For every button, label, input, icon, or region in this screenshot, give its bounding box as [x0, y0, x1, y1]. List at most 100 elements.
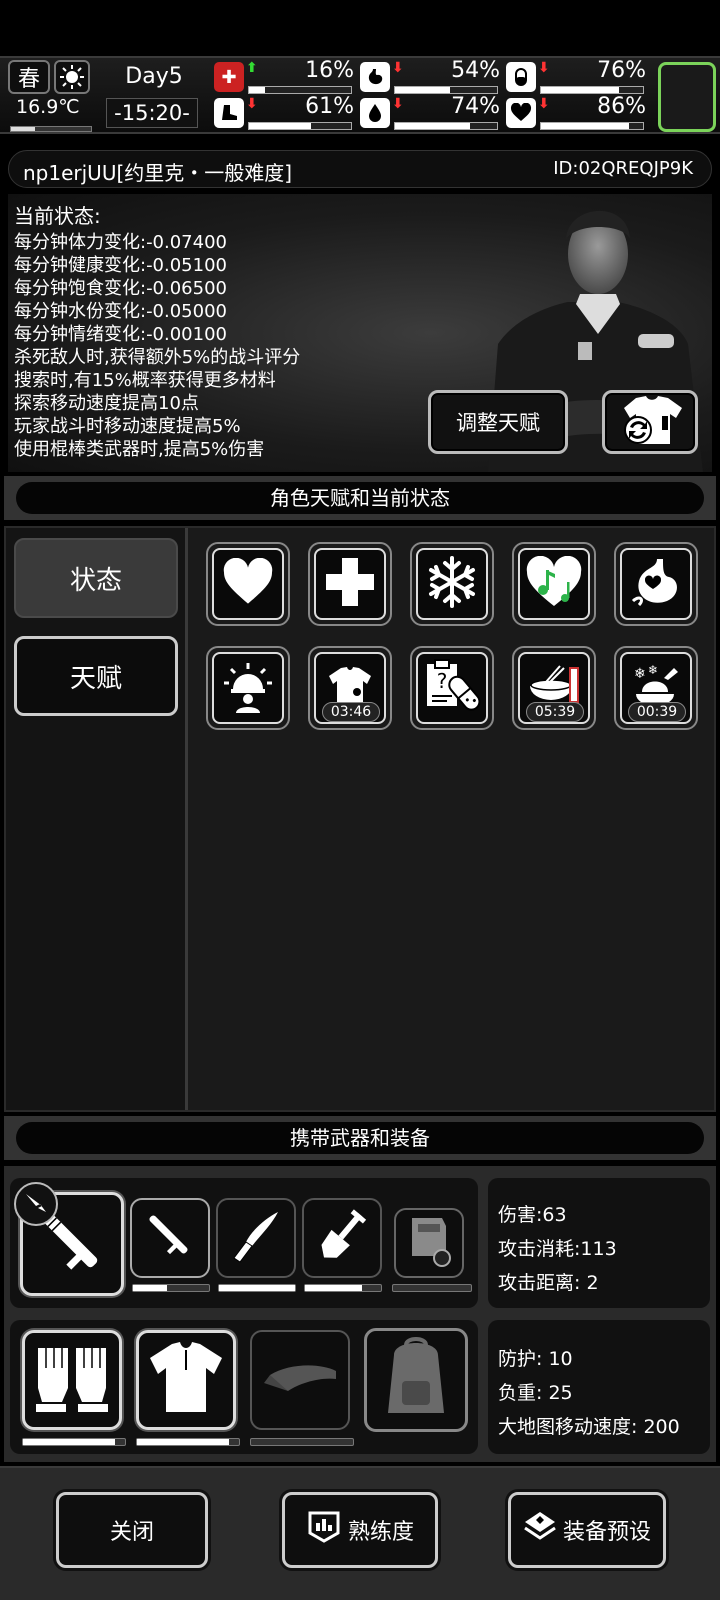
status-line: 使用棍棒类武器时,提高5%伤害 — [14, 439, 265, 460]
effect-plus[interactable] — [308, 542, 392, 626]
water-meter: ⬇ 74% — [360, 94, 500, 132]
shirt-icon — [146, 1340, 226, 1420]
svg-text:❄: ❄ — [648, 664, 658, 677]
shirt-slot[interactable] — [136, 1330, 236, 1430]
water-drop-icon — [360, 98, 390, 128]
day-counter: Day5 — [125, 64, 183, 89]
effect-heart[interactable] — [206, 542, 290, 626]
durability-bar — [136, 1438, 240, 1446]
svg-text:?: ? — [437, 669, 448, 693]
music-heart-icon — [525, 555, 583, 612]
effect-music-mood[interactable] — [512, 542, 596, 626]
health-value: 16% — [305, 58, 354, 83]
snowflake-icon — [425, 555, 479, 613]
equipment-area: 伤害:63 攻击消耗:113 攻击距离: 2 防护: 10 负重: 25 大地图… — [4, 1166, 716, 1462]
trend-arrow: ⬇ — [246, 96, 258, 112]
gear-group — [10, 1320, 478, 1454]
gear-stats-box: 防护: 10 负重: 25 大地图移动速度: 200 — [488, 1320, 710, 1454]
attack-cost-stat: 攻击消耗:113 — [498, 1238, 617, 1260]
cap-icon — [260, 1353, 340, 1407]
tab-status[interactable]: 状态 — [14, 538, 178, 618]
game-clock: -15:20- — [106, 98, 198, 128]
hunger-value: 54% — [451, 58, 500, 83]
durability-bar — [218, 1284, 296, 1292]
tab-talent[interactable]: 天赋 — [14, 636, 178, 716]
effect-cold[interactable] — [410, 542, 494, 626]
plus-icon — [323, 555, 377, 613]
baton-icon — [140, 1206, 200, 1270]
durability-bar — [22, 1438, 126, 1446]
trend-arrow: ⬇ — [392, 60, 404, 76]
durability-bar — [250, 1438, 354, 1446]
health-meter: ✚ ⬆ 16% — [214, 58, 354, 96]
boot-icon — [214, 98, 244, 128]
temperature-readout: 16.9℃ — [16, 96, 80, 118]
energy-value: 61% — [305, 94, 354, 119]
character-id: ID:02QREQJP9K — [553, 158, 693, 179]
close-button[interactable]: 关闭 — [56, 1492, 208, 1568]
durability-bar — [304, 1284, 382, 1292]
alarm-person-icon — [221, 659, 275, 717]
effect-satiety[interactable] — [614, 542, 698, 626]
swap-outfit-button[interactable] — [602, 390, 698, 454]
minimap-button[interactable] — [658, 62, 716, 132]
stomach-icon — [360, 62, 390, 92]
proficiency-button[interactable]: 熟练度 — [282, 1492, 438, 1568]
knife-icon — [226, 1206, 286, 1270]
pill-icon — [506, 62, 536, 92]
heart-icon — [221, 557, 275, 610]
talent-area: 状态 天赋 03:46 ? 05:39 ❄ ❄ 00:39 — [4, 526, 716, 1112]
trend-arrow: ⬇ — [538, 60, 550, 76]
season-badge: 春 — [8, 60, 50, 94]
durability-bar — [392, 1284, 472, 1292]
first-aid-icon: ✚ — [214, 62, 244, 92]
svg-text:❄: ❄ — [634, 666, 646, 682]
effect-alarm[interactable] — [206, 646, 290, 730]
hat-slot[interactable] — [250, 1330, 350, 1430]
equipment-preset-button[interactable]: 装备预设 — [508, 1492, 666, 1568]
damage-stat: 伤害:63 — [498, 1204, 567, 1226]
effect-clean-clothes[interactable]: 03:46 — [308, 646, 392, 730]
preset-icon — [523, 1510, 563, 1550]
strike-icon — [22, 1188, 50, 1220]
mood-value: 86% — [597, 94, 646, 119]
weapons-group — [10, 1178, 478, 1308]
water-value: 74% — [451, 94, 500, 119]
top-status-bar: 春 16.9℃ Day5 -15:20- ✚ ⬆ 16% ⬇ 54% ⬇ 76%… — [0, 56, 720, 134]
trend-arrow: ⬇ — [392, 96, 404, 112]
proficiency-icon — [306, 1509, 348, 1551]
medical-report-icon: ? — [423, 658, 481, 718]
weapon-skill-badge[interactable] — [14, 1182, 58, 1226]
effect-hot-meal[interactable]: 05:39 — [512, 646, 596, 730]
defense-stat: 防护: 10 — [498, 1348, 573, 1370]
status-panel: 当前状态: 每分钟体力变化:-0.07400 每分钟健康变化:-0.05100 … — [8, 194, 712, 472]
weight-stat: 负重: 25 — [498, 1382, 573, 1404]
weapon-slot[interactable] — [302, 1198, 382, 1278]
adjust-talent-button[interactable]: 调整天赋 — [428, 390, 568, 454]
weapon-stats-box: 伤害:63 攻击消耗:113 攻击距离: 2 — [488, 1178, 710, 1308]
durability-bar — [132, 1284, 210, 1292]
heart-icon — [506, 98, 536, 128]
stamina-meter: ⬇ 76% — [506, 58, 646, 96]
attack-range-stat: 攻击距离: 2 — [498, 1272, 599, 1294]
equipment-section-title: 携带武器和装备 — [16, 1122, 704, 1154]
gloves-slot[interactable] — [22, 1330, 122, 1430]
adjust-talent-label: 调整天赋 — [456, 411, 540, 435]
effect-medical-report[interactable]: ? — [410, 646, 494, 730]
swap-outfit-icon — [614, 394, 686, 450]
sun-icon — [54, 60, 90, 94]
weapon-slot[interactable] — [216, 1198, 296, 1278]
status-title: 当前状态: — [14, 204, 101, 228]
heart-stomach-icon — [629, 555, 683, 613]
preset-label: 装备预设 — [562, 1520, 651, 1545]
backpack-slot[interactable] — [364, 1328, 468, 1432]
weapon-slot[interactable] — [130, 1198, 210, 1278]
effect-cold-food[interactable]: ❄ ❄ 00:39 — [614, 646, 698, 730]
talent-section-header: 角色天赋和当前状态 — [4, 476, 716, 520]
hunger-meter: ⬇ 54% — [360, 58, 500, 96]
riot-shield-icon — [404, 1214, 454, 1272]
season-label: 春 — [17, 67, 40, 92]
offhand-slot[interactable] — [394, 1208, 464, 1278]
talent-section-title: 角色天赋和当前状态 — [16, 482, 704, 514]
equipment-section-header: 携带武器和装备 — [4, 1116, 716, 1160]
